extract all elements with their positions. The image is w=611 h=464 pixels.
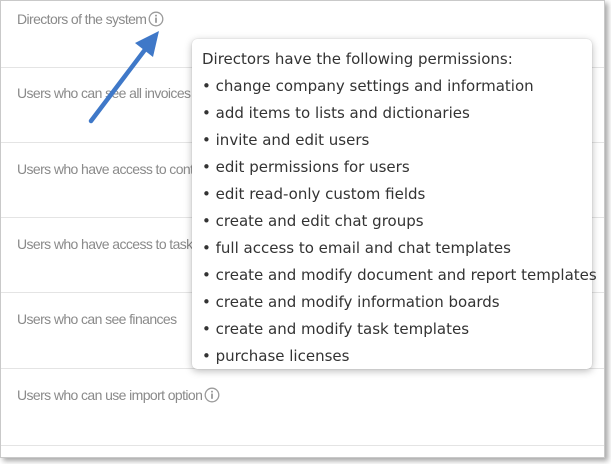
bullet: • bbox=[202, 293, 211, 311]
bullet: • bbox=[202, 239, 211, 257]
tooltip-permission-item: • edit read-only custom fields bbox=[202, 181, 592, 208]
tooltip-permission-item: • create and modify document and report … bbox=[202, 262, 597, 289]
bullet: • bbox=[202, 320, 211, 338]
permission-row-import[interactable]: Users who can use import option bbox=[1, 369, 604, 446]
permission-row-label: Directors of the system bbox=[17, 11, 164, 27]
permissions-tooltip: Directors have the following permissions… bbox=[192, 39, 597, 370]
tooltip-permission-text: create and modify information boards bbox=[215, 293, 500, 311]
tooltip-permission-item: • create and modify task templates bbox=[202, 316, 592, 343]
tooltip-permission-item: • full access to email and chat template… bbox=[202, 235, 592, 262]
bullet: • bbox=[202, 212, 211, 230]
tooltip-permission-text: add items to lists and dictionaries bbox=[215, 104, 470, 122]
tooltip-permission-item: • change company settings and informatio… bbox=[202, 73, 592, 100]
permission-row-label: Users who have access to contracts bbox=[17, 161, 221, 177]
tooltip-permission-text: create and modify task templates bbox=[215, 320, 470, 338]
tooltip-permission-text: create and modify document and report te… bbox=[215, 266, 597, 284]
permissions-panel: Directors of the system Users who can se… bbox=[0, 0, 605, 458]
tooltip-title: Directors have the following permissions… bbox=[202, 50, 513, 68]
tooltip-permission-text: edit permissions for users bbox=[215, 158, 410, 176]
annotation-arrow bbox=[88, 31, 159, 124]
bullet: • bbox=[202, 347, 211, 365]
permission-row-label: Users who can use import option bbox=[17, 387, 220, 403]
tooltip-permission-text: create and edit chat groups bbox=[215, 212, 424, 230]
tooltip-permission-text: purchase licenses bbox=[215, 347, 350, 365]
bullet: • bbox=[202, 131, 211, 149]
bullet: • bbox=[202, 185, 211, 203]
tooltip-permission-text: change company settings and information bbox=[215, 77, 534, 95]
bullet: • bbox=[202, 266, 211, 284]
bullet: • bbox=[202, 158, 211, 176]
tooltip-permission-item: • invite and edit users bbox=[202, 127, 592, 154]
tooltip-permission-text: full access to email and chat templates bbox=[215, 239, 511, 257]
tooltip-permission-text: edit read-only custom fields bbox=[215, 185, 426, 203]
tooltip-permission-item: • add items to lists and dictionaries bbox=[202, 100, 592, 127]
permission-row-label: Users who have access to tasks bbox=[17, 236, 200, 252]
info-circle-icon[interactable] bbox=[204, 387, 220, 403]
tooltip-permission-item: • edit permissions for users bbox=[202, 154, 592, 181]
permission-row-label: Users who can see finances bbox=[17, 311, 177, 327]
tooltip-permission-item: • purchase licenses bbox=[202, 343, 592, 370]
bullet: • bbox=[202, 104, 211, 122]
bullet: • bbox=[202, 77, 211, 95]
tooltip-permission-item: • create and edit chat groups bbox=[202, 208, 592, 235]
tooltip-permission-list: • change company settings and informatio… bbox=[202, 73, 597, 370]
info-circle-icon[interactable] bbox=[148, 11, 164, 27]
tooltip-permission-item: • create and modify information boards bbox=[202, 289, 592, 316]
tooltip-permission-text: invite and edit users bbox=[215, 131, 370, 149]
